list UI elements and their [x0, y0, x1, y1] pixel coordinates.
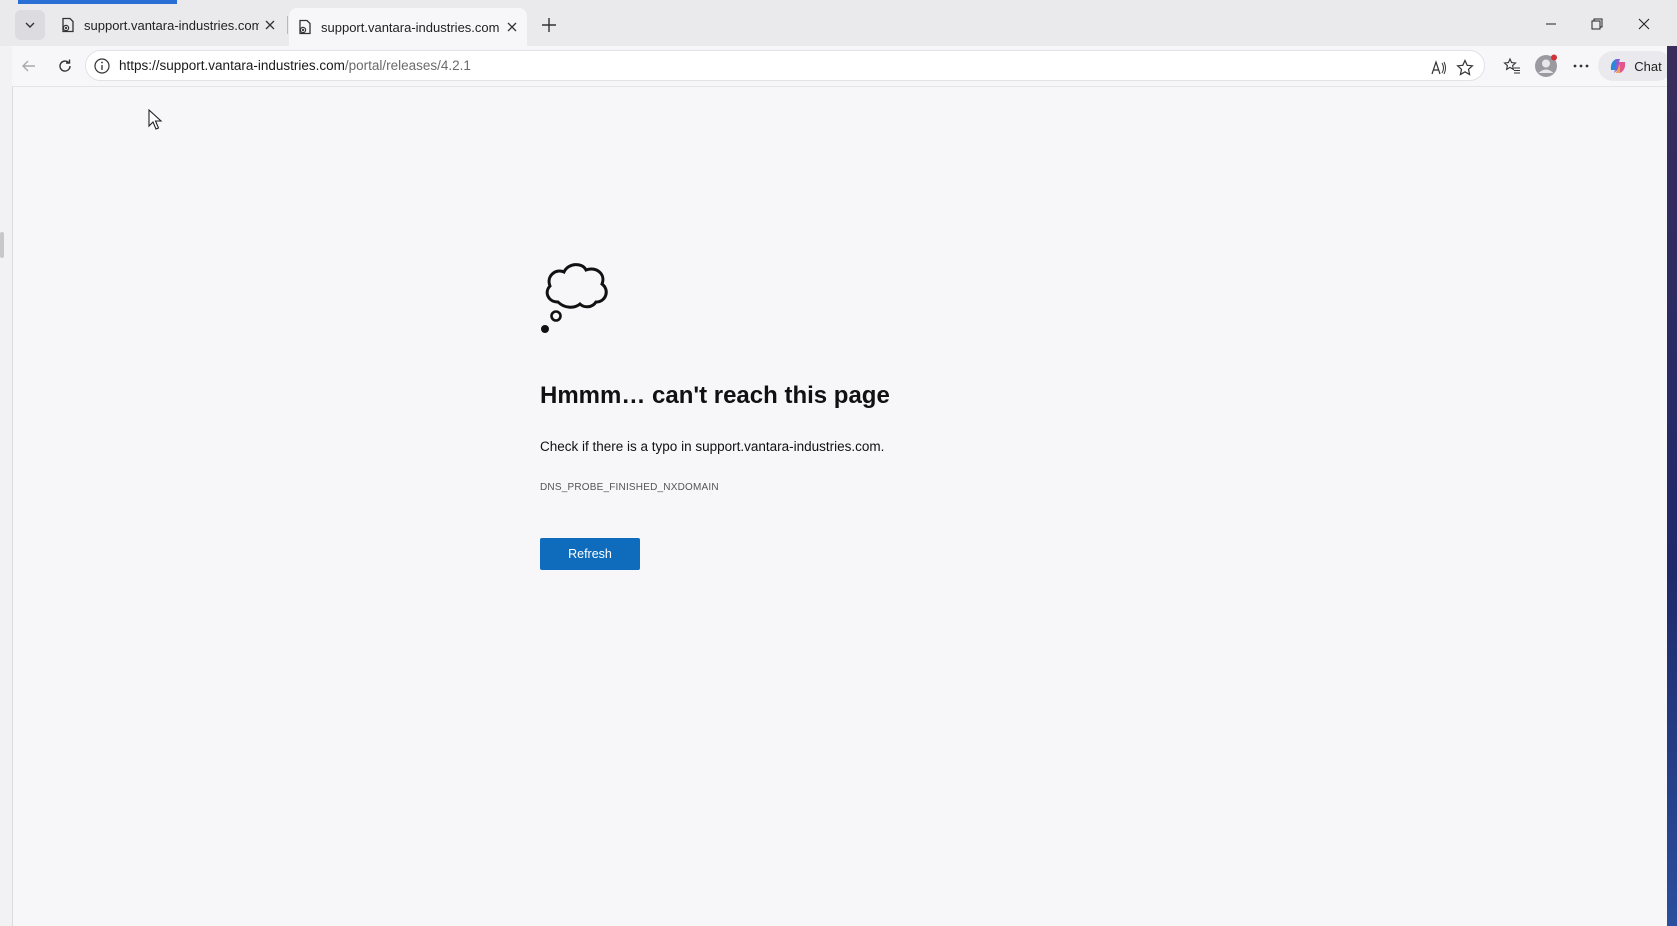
url-host: https://support.vantara-industries.com — [119, 58, 345, 73]
copilot-icon — [1611, 59, 1626, 73]
tab-1[interactable]: support.vantara-industries.com — [52, 8, 285, 42]
reload-button[interactable] — [50, 51, 80, 81]
plus-icon — [542, 18, 556, 32]
tab-title: support.vantara-industries.com — [84, 17, 259, 33]
more-button[interactable] — [1566, 51, 1596, 81]
new-tab-button[interactable] — [536, 12, 562, 38]
back-button[interactable] — [14, 51, 44, 81]
more-icon — [1573, 64, 1589, 68]
browser-toolbar: https://support.vantara-industries.com/p… — [0, 46, 1677, 86]
favorite-star-button[interactable] — [1454, 57, 1476, 79]
mouse-cursor-icon — [148, 109, 163, 130]
error-message: Check if there is a typo in support.vant… — [540, 439, 885, 454]
copilot-chat-button[interactable]: Chat — [1598, 51, 1672, 81]
close-icon — [507, 22, 517, 32]
page-favicon-icon — [299, 19, 311, 35]
error-code: DNS_PROBE_FINISHED_NXDOMAIN — [540, 482, 719, 493]
close-icon — [1638, 18, 1650, 30]
back-icon — [22, 60, 35, 72]
favorites-button[interactable] — [1497, 51, 1527, 81]
read-aloud-button[interactable] — [1428, 57, 1450, 79]
page-favicon-icon — [62, 17, 74, 33]
read-aloud-icon — [1431, 60, 1446, 75]
address-bar[interactable]: https://support.vantara-industries.com/p… — [85, 50, 1485, 81]
tab-title: support.vantara-industries.com — [321, 19, 500, 35]
desktop-edge — [1667, 46, 1677, 926]
tab-separator — [287, 16, 288, 34]
page-loading-bar — [18, 0, 177, 4]
thought-cloud-icon — [541, 263, 608, 333]
error-heading: Hmmm… can't reach this page — [540, 382, 890, 409]
reload-icon — [59, 59, 71, 72]
restore-icon — [1591, 18, 1603, 30]
restore-button[interactable] — [1577, 6, 1617, 42]
tab-2-active[interactable]: support.vantara-industries.com — [289, 8, 527, 46]
profile-avatar-icon — [1535, 54, 1557, 77]
close-window-button[interactable] — [1624, 6, 1664, 42]
favorites-icon — [1503, 57, 1520, 74]
tab-actions-button[interactable] — [15, 10, 45, 40]
close-icon — [265, 20, 275, 30]
left-window-edge — [0, 46, 12, 926]
profile-button[interactable] — [1531, 51, 1561, 81]
page-content — [12, 86, 1667, 926]
refresh-button[interactable]: Refresh — [540, 538, 640, 570]
info-icon[interactable] — [93, 57, 111, 75]
chat-label: Chat — [1634, 58, 1662, 74]
title-bar: support.vantara-industries.com support.v… — [0, 0, 1677, 46]
close-tab-button[interactable] — [259, 14, 281, 36]
tab-actions-chevron-icon — [25, 22, 35, 28]
favorite-star-icon — [1456, 59, 1474, 76]
minimize-button[interactable] — [1531, 6, 1571, 42]
sidebar-handle[interactable] — [0, 232, 4, 258]
close-tab-button[interactable] — [501, 16, 523, 38]
address-url[interactable]: https://support.vantara-industries.com/p… — [119, 58, 471, 73]
url-path: /portal/releases/4.2.1 — [344, 58, 471, 73]
minimize-icon — [1546, 23, 1556, 25]
